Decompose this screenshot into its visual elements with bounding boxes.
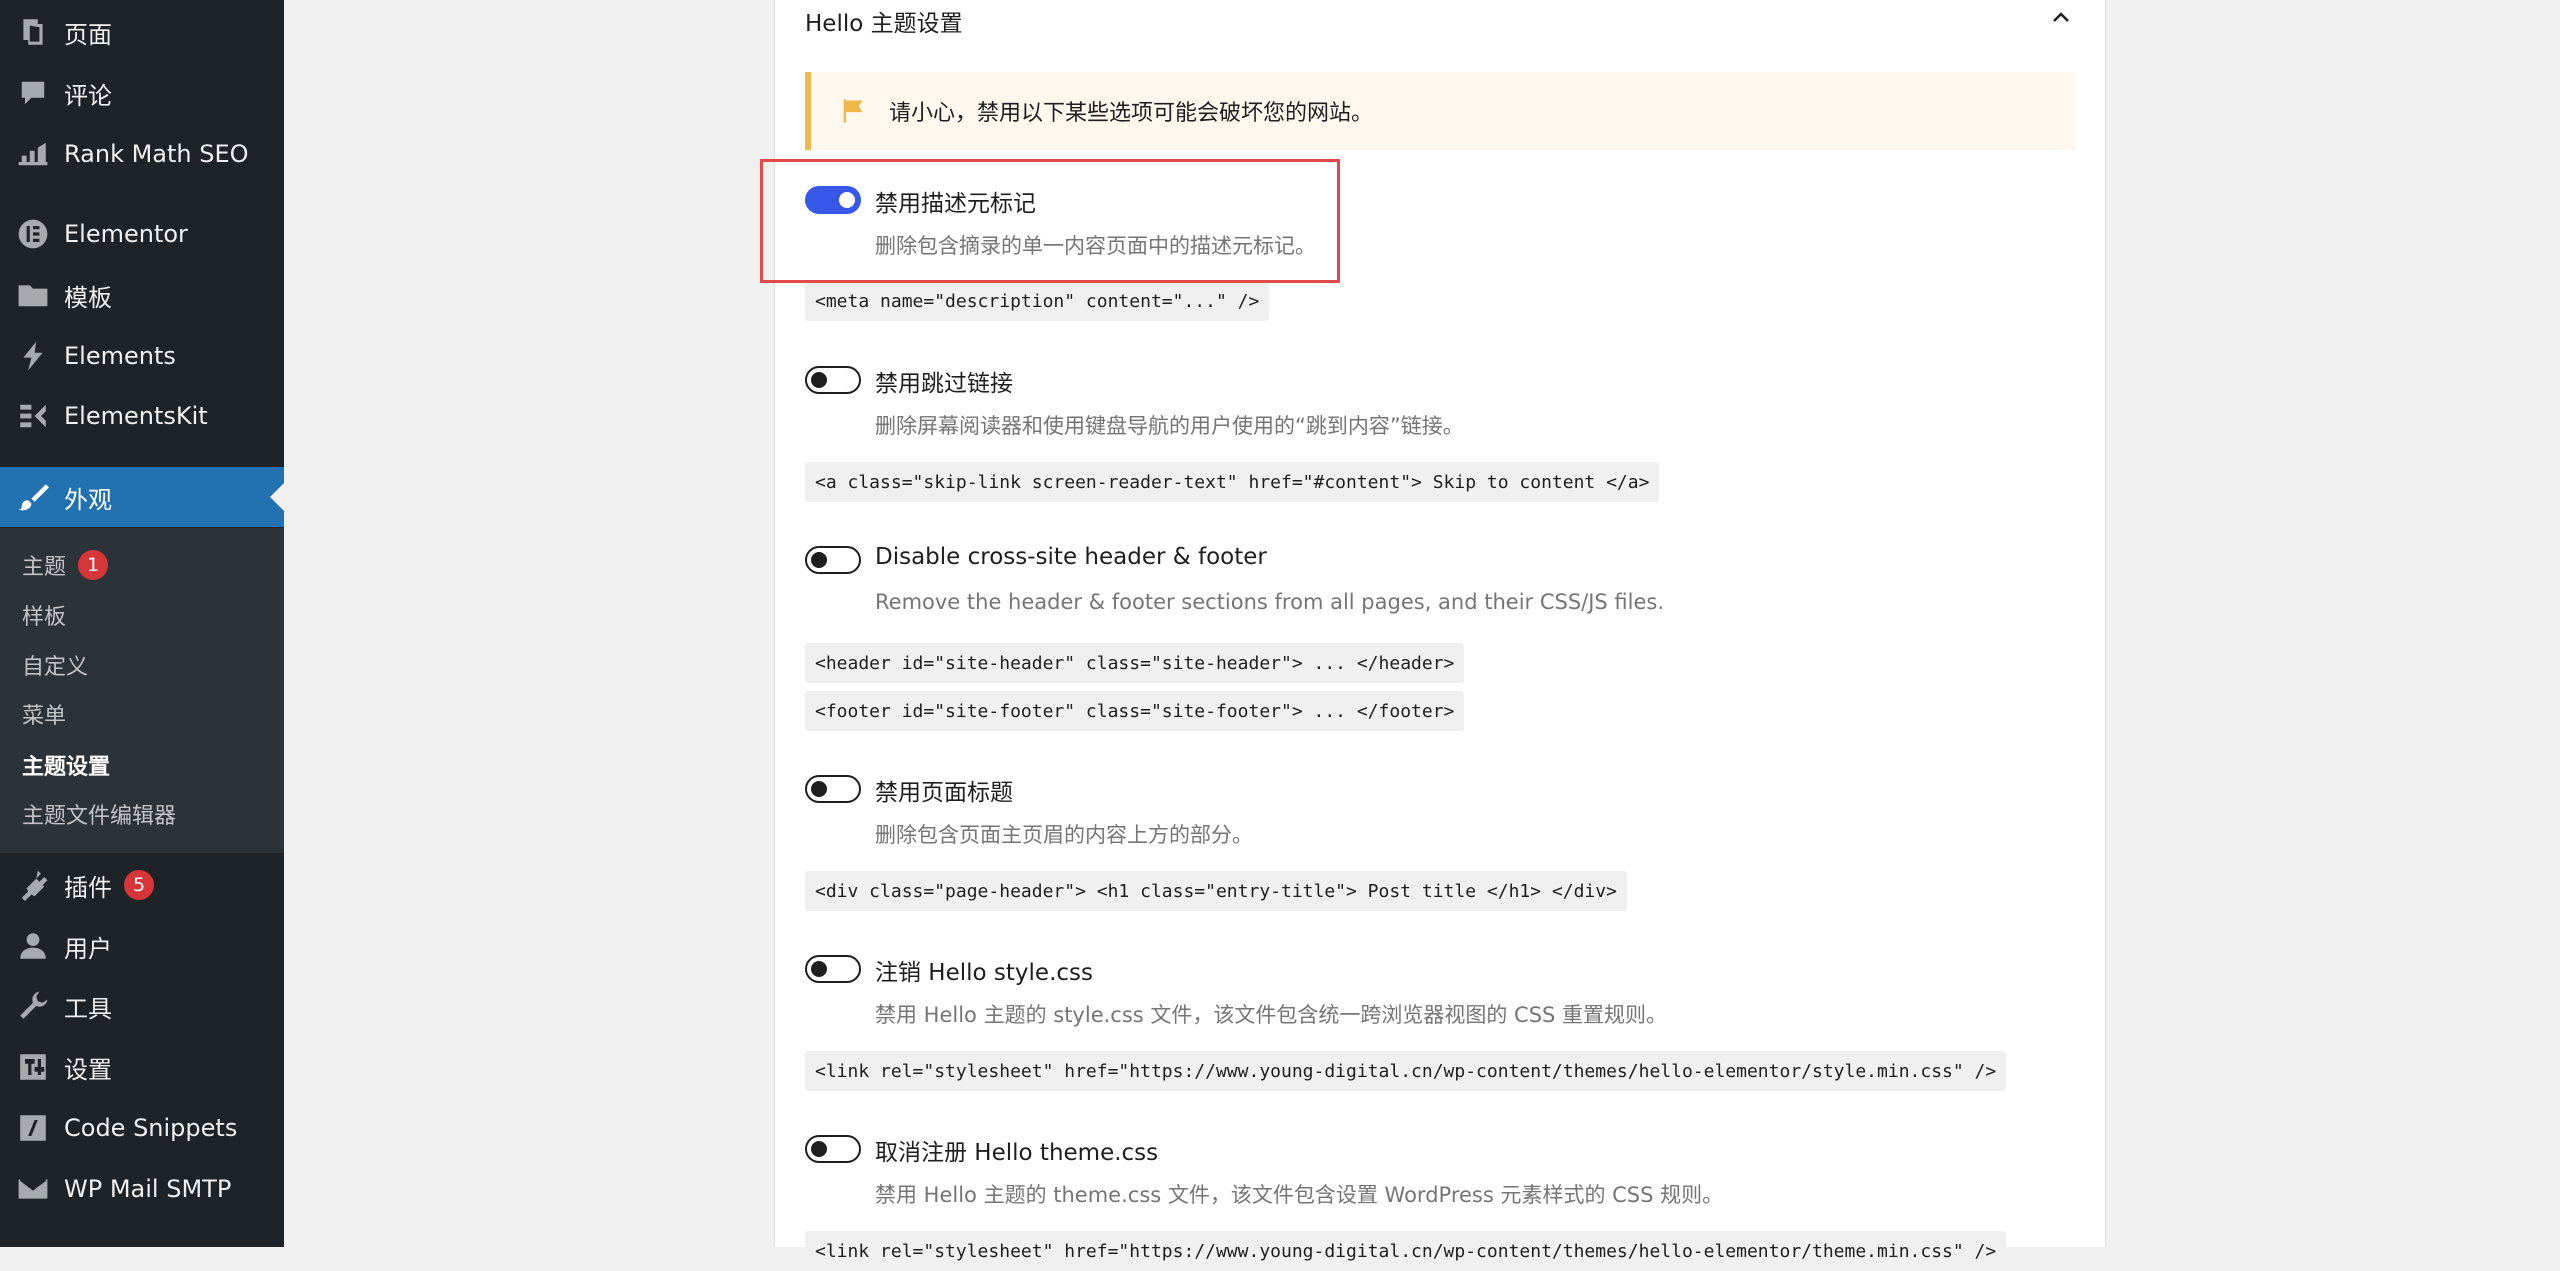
rank-math-icon <box>14 135 52 173</box>
menu-item-code-snippets[interactable]: Code Snippets <box>0 1098 284 1158</box>
notice-text: 请小心，禁用以下某些选项可能会破坏您的网站。 <box>889 101 1374 126</box>
menu-item-label: 页面 <box>64 20 112 49</box>
menu-item-label: 设置 <box>64 1055 112 1084</box>
toggle-knob <box>811 1141 827 1157</box>
menu-item-label: ElementsKit <box>64 402 208 430</box>
submenu-item-theme-settings[interactable]: 主题设置 <box>22 745 110 785</box>
menu-item-tools[interactable]: 工具 <box>0 976 284 1036</box>
menu-item-rank-math[interactable]: Rank Math SEO <box>0 124 284 184</box>
code-snippet: <header id="site-header" class="site-hea… <box>805 643 1465 683</box>
menu-item-settings[interactable]: 设置 <box>0 1037 284 1097</box>
menu-item-label: Code Snippets <box>64 1114 238 1142</box>
submenu-item-label: 菜单 <box>22 704 67 729</box>
toggle-switch[interactable] <box>805 1135 861 1163</box>
menu-item-label: WP Mail SMTP <box>64 1175 232 1203</box>
chevron-up-icon[interactable] <box>2049 6 2073 30</box>
warning-notice: 请小心，禁用以下某些选项可能会破坏您的网站。 <box>805 72 2075 150</box>
wrench-icon <box>14 987 52 1025</box>
menu-item-label: Elements <box>64 342 176 370</box>
option-label: 取消注册 Hello theme.css <box>875 1140 1159 1166</box>
menu-item-wp-mail-smtp[interactable]: WP Mail SMTP <box>0 1159 284 1219</box>
toggle-switch[interactable] <box>805 955 861 983</box>
elementskit-icon <box>14 397 52 435</box>
toggle-switch[interactable] <box>805 366 861 394</box>
submenu-item-label: 主题文件编辑器 <box>22 804 177 829</box>
toggle-switch[interactable] <box>805 775 861 803</box>
submenu-item-theme-file-editor[interactable]: 主题文件编辑器 <box>22 794 176 834</box>
admin-sidebar: 页面 评论 Rank Math SEO Elementor 模板 Element… <box>0 0 284 1247</box>
elements-icon <box>14 337 52 375</box>
toggle-knob <box>811 372 827 388</box>
menu-item-label: Rank Math SEO <box>64 140 249 168</box>
toggle-switch[interactable] <box>805 546 861 574</box>
option-description: 删除包含页面主页眉的内容上方的部分。 <box>875 823 1253 847</box>
submenu-item-label: 主题 <box>22 555 67 580</box>
update-count-badge: 5 <box>124 870 154 900</box>
menu-item-label: 工具 <box>64 994 112 1023</box>
panel-title: Hello 主题设置 <box>805 11 963 37</box>
toggle-knob <box>811 552 827 568</box>
menu-item-elementskit[interactable]: ElementsKit <box>0 386 284 446</box>
menu-item-elements[interactable]: Elements <box>0 326 284 386</box>
submenu-item-customize[interactable]: 自定义 <box>22 645 88 685</box>
menu-item-appearance[interactable]: 外观 <box>0 467 284 527</box>
flag-icon <box>843 99 863 123</box>
menu-item-label: 评论 <box>64 81 112 110</box>
paintbrush-icon <box>14 478 52 516</box>
option-description: Remove the header & footer sections from… <box>875 590 1665 614</box>
option-description: 禁用 Hello 主题的 theme.css 文件，该文件包含设置 WordPr… <box>875 1183 1724 1207</box>
highlight-annotation-box <box>760 159 1340 283</box>
plugin-icon <box>14 866 52 904</box>
option-label: Disable cross-site header & footer <box>875 544 1267 570</box>
toggle-knob <box>811 781 827 797</box>
code-snippet: <div class="page-header"> <h1 class="ent… <box>805 871 1627 911</box>
option-label: 禁用页面标题 <box>875 780 1013 806</box>
submenu-item-label: 样板 <box>22 605 67 630</box>
menu-item-label: 插件 <box>64 873 112 902</box>
code-snippet: <meta name="description" content="..." /… <box>805 281 1270 321</box>
menu-item-label: 外观 <box>64 485 112 514</box>
code-snippet: <a class="skip-link screen-reader-text" … <box>805 462 1660 502</box>
menu-item-templates[interactable]: 模板 <box>0 265 284 325</box>
update-count-badge: 1 <box>78 550 109 580</box>
menu-item-comments[interactable]: 评论 <box>0 63 284 123</box>
menu-item-plugins[interactable]: 插件 5 <box>0 855 284 915</box>
option-description: 禁用 Hello 主题的 style.css 文件，该文件包含统一跨浏览器视图的… <box>875 1003 1668 1027</box>
submenu-item-label: 主题设置 <box>22 755 111 780</box>
code-snippet: <link rel="stylesheet" href="https://www… <box>805 1231 2007 1271</box>
toggle-knob <box>811 961 827 977</box>
active-indicator <box>270 483 284 511</box>
appearance-submenu: 主题 1 样板 自定义 菜单 主题设置 主题文件编辑器 <box>0 528 284 853</box>
folder-icon <box>14 276 52 314</box>
mail-icon <box>14 1170 52 1208</box>
code-snippet: <footer id="site-footer" class="site-foo… <box>805 691 1465 731</box>
menu-item-label: 用户 <box>64 934 112 963</box>
option-label: 注销 Hello style.css <box>875 960 1093 986</box>
pages-icon <box>14 13 52 51</box>
option-description: 删除屏幕阅读器和使用键盘导航的用户使用的“跳到内容”链接。 <box>875 414 1464 438</box>
settings-icon <box>14 1048 52 1086</box>
user-icon <box>14 927 52 965</box>
submenu-item-patterns[interactable]: 样板 <box>22 595 66 635</box>
menu-item-label: Elementor <box>64 220 188 248</box>
code-icon <box>14 1109 52 1147</box>
menu-item-users[interactable]: 用户 <box>0 916 284 976</box>
submenu-item-label: 自定义 <box>22 655 89 680</box>
menu-item-pages[interactable]: 页面 <box>0 2 284 62</box>
comments-icon <box>14 74 52 112</box>
option-label: 禁用跳过链接 <box>875 371 1013 397</box>
menu-item-label: 模板 <box>64 283 112 312</box>
submenu-item-themes[interactable]: 主题 1 <box>22 545 109 585</box>
code-snippet: <link rel="stylesheet" href="https://www… <box>805 1051 2007 1091</box>
menu-item-elementor[interactable]: Elementor <box>0 204 284 264</box>
elementor-icon <box>14 215 52 253</box>
submenu-item-menus[interactable]: 菜单 <box>22 694 66 734</box>
